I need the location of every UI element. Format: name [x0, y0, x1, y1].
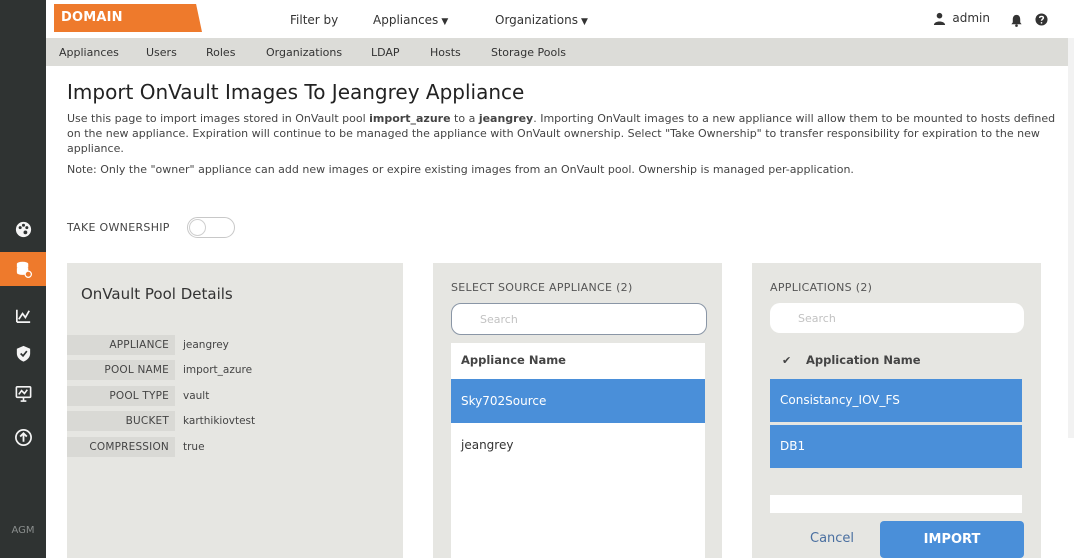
- desc-appliance-name: jeangrey: [478, 112, 534, 125]
- source-appliance-list: Appliance Name Sky702Source jeangrey: [451, 343, 705, 558]
- appliances-menu[interactable]: Appliances ▼: [373, 13, 448, 27]
- pool-detail-key: POOL TYPE: [67, 386, 175, 406]
- shield-icon[interactable]: [0, 336, 46, 370]
- filter-by-label: Filter by: [290, 13, 339, 27]
- subnav-organizations[interactable]: Organizations: [266, 46, 342, 59]
- page-title: Import OnVault Images To Jeangrey Applia…: [67, 80, 525, 104]
- pool-detail-row: POOL TYPE vault: [67, 386, 209, 406]
- pool-detail-value: karthikiovtest: [183, 415, 256, 427]
- applications-title: APPLICATIONS (2): [770, 281, 873, 294]
- user-icon: [934, 12, 946, 25]
- application-row-selected[interactable]: Consistancy_IOV_FS: [770, 379, 1022, 422]
- page-scrollbar[interactable]: [1068, 38, 1074, 438]
- chart-icon[interactable]: [0, 298, 46, 332]
- caret-down-icon: ▼: [580, 17, 588, 27]
- pool-detail-value: import_azure: [183, 364, 253, 376]
- appliance-row[interactable]: jeangrey: [451, 423, 705, 467]
- import-button[interactable]: IMPORT: [880, 521, 1024, 558]
- organizations-menu[interactable]: Organizations ▼: [495, 13, 588, 27]
- pool-detail-row: BUCKET karthikiovtest: [67, 411, 255, 431]
- source-appliance-title: SELECT SOURCE APPLIANCE (2): [451, 281, 633, 294]
- subnav-appliances[interactable]: Appliances: [59, 46, 119, 59]
- select-all-checkbox[interactable]: ✔: [782, 355, 793, 366]
- bell-icon[interactable]: [1010, 12, 1023, 31]
- subnav-hosts[interactable]: Hosts: [430, 46, 461, 59]
- help-icon[interactable]: [1035, 11, 1048, 30]
- appliance-name-header[interactable]: Appliance Name: [461, 353, 566, 367]
- storage-icon[interactable]: [0, 252, 46, 286]
- source-search-input[interactable]: [451, 303, 707, 335]
- user-menu[interactable]: admin: [933, 11, 990, 25]
- subnav-roles[interactable]: Roles: [206, 46, 235, 59]
- pool-detail-key: COMPRESSION: [67, 437, 175, 457]
- application-row-selected[interactable]: DB1: [770, 425, 1022, 468]
- pool-detail-row: APPLIANCE jeangrey: [67, 335, 229, 355]
- pool-detail-key: APPLIANCE: [67, 335, 175, 355]
- caret-down-icon: ▼: [441, 17, 449, 27]
- pool-detail-value: true: [183, 441, 205, 453]
- top-bar: DOMAIN MANAGER Filter by Appliances▼ Org…: [46, 0, 1074, 38]
- cancel-button[interactable]: Cancel: [810, 531, 854, 546]
- desc-part-b: to a: [450, 112, 479, 125]
- upload-circle-icon[interactable]: [0, 420, 46, 454]
- pool-detail-row: COMPRESSION true: [67, 437, 205, 457]
- pool-detail-value: vault: [183, 390, 210, 402]
- appliance-row-selected[interactable]: Sky702Source: [451, 379, 705, 423]
- pool-detail-key: POOL NAME: [67, 360, 175, 380]
- pool-detail-value: jeangrey: [183, 339, 229, 351]
- page-note: Note: Only the "owner" appliance can add…: [67, 163, 854, 176]
- pool-details-panel: OnVault Pool Details APPLIANCE jeangrey P…: [67, 263, 403, 558]
- applications-list: ✔ Application Name Consistancy_IOV_FS DB…: [770, 343, 1022, 495]
- subnav-users[interactable]: Users: [146, 46, 177, 59]
- applications-panel: APPLICATIONS (2) ✔ Application Name Cons…: [752, 263, 1041, 558]
- subnav-ldap[interactable]: LDAP: [371, 46, 400, 59]
- palette-icon[interactable]: [0, 212, 46, 246]
- agm-label: AGM: [11, 525, 35, 536]
- pool-details-title: OnVault Pool Details: [81, 285, 233, 303]
- subnav-storage-pools[interactable]: Storage Pools: [491, 46, 566, 59]
- monitor-icon[interactable]: [0, 376, 46, 410]
- toggle-knob: [189, 219, 206, 236]
- sub-nav: Appliances Users Roles Organizations LDA…: [46, 38, 1074, 66]
- applications-list-remainder: [770, 495, 1022, 513]
- applications-search-input[interactable]: [770, 303, 1024, 333]
- take-ownership-label: TAKE OWNERSHIP: [67, 221, 170, 234]
- brand-logo[interactable]: DOMAIN MANAGER: [54, 4, 202, 32]
- pool-detail-key: BUCKET: [67, 411, 175, 431]
- pool-detail-row: POOL NAME import_azure: [67, 360, 252, 380]
- take-ownership-toggle[interactable]: [187, 217, 235, 238]
- desc-pool-name: import_azure: [369, 112, 451, 125]
- appliances-menu-label: Appliances: [373, 13, 439, 27]
- left-rail: AGM: [0, 0, 46, 558]
- page-description: Use this page to import images stored in…: [67, 111, 1067, 156]
- source-appliance-panel: SELECT SOURCE APPLIANCE (2) Appliance Na…: [433, 263, 722, 558]
- organizations-menu-label: Organizations: [495, 13, 578, 27]
- user-name: admin: [952, 11, 990, 25]
- desc-part-a: Use this page to import images stored in…: [67, 112, 370, 125]
- application-name-header[interactable]: Application Name: [806, 353, 921, 367]
